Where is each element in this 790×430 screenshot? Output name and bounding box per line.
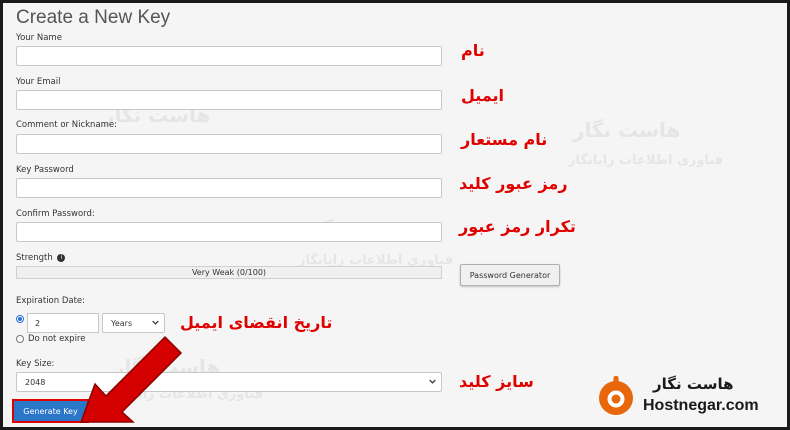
page-title: Create a New Key (16, 7, 171, 28)
strength-label: Strength i (16, 253, 66, 263)
no-expire-radio[interactable] (16, 335, 24, 343)
key-size-label: Key Size: (16, 359, 55, 369)
info-icon[interactable]: i (57, 253, 66, 262)
annotation-key-size: سایز کلید (459, 372, 534, 391)
comment-label: Comment or Nickname: (16, 120, 118, 130)
red-arrow-annotation (79, 335, 183, 423)
strength-meter: Very Weak (0/100) (16, 266, 442, 279)
password-generator-button[interactable]: Password Generator (460, 264, 560, 286)
confirm-password-input[interactable] (16, 222, 442, 242)
annotation-name: نام (461, 41, 485, 60)
confirm-password-label: Confirm Password: (16, 209, 95, 219)
chevron-down-icon (429, 379, 436, 384)
annotation-password: رمز عبور کلید (459, 174, 568, 193)
email-input[interactable] (16, 90, 442, 110)
page-frame: هاست نگار فناوری اطلاعات رایانگار هاست ن… (3, 3, 787, 427)
chevron-down-icon (152, 320, 159, 325)
annotation-nickname: نام مستعار (461, 130, 548, 149)
name-input[interactable] (16, 46, 442, 66)
annotation-confirm: تکرار رمز عبور (459, 217, 576, 236)
expire-radio[interactable] (16, 315, 24, 323)
brand-site: Hostnegar.com (643, 397, 759, 414)
hostnegar-logo-icon (599, 376, 633, 415)
expiration-label: Expiration Date: (16, 296, 86, 306)
watermark-subtext: فناوری اطلاعات رایانگار (568, 153, 724, 168)
annotation-email: ایمیل (461, 86, 505, 105)
password-input[interactable] (16, 178, 442, 198)
annotation-expiration: تاریخ انقضای ایمیل (180, 313, 333, 332)
watermark-text: هاست نگار (573, 118, 681, 142)
key-size-value: 2048 (25, 378, 46, 387)
expiration-unit-value: Years (111, 319, 133, 328)
email-label: Your Email (16, 77, 61, 87)
comment-input[interactable] (16, 134, 442, 154)
brand-name-fa: هاست نگار (653, 375, 734, 393)
password-label: Key Password (16, 165, 74, 175)
strength-label-text: Strength (16, 253, 53, 263)
name-label: Your Name (16, 33, 62, 43)
